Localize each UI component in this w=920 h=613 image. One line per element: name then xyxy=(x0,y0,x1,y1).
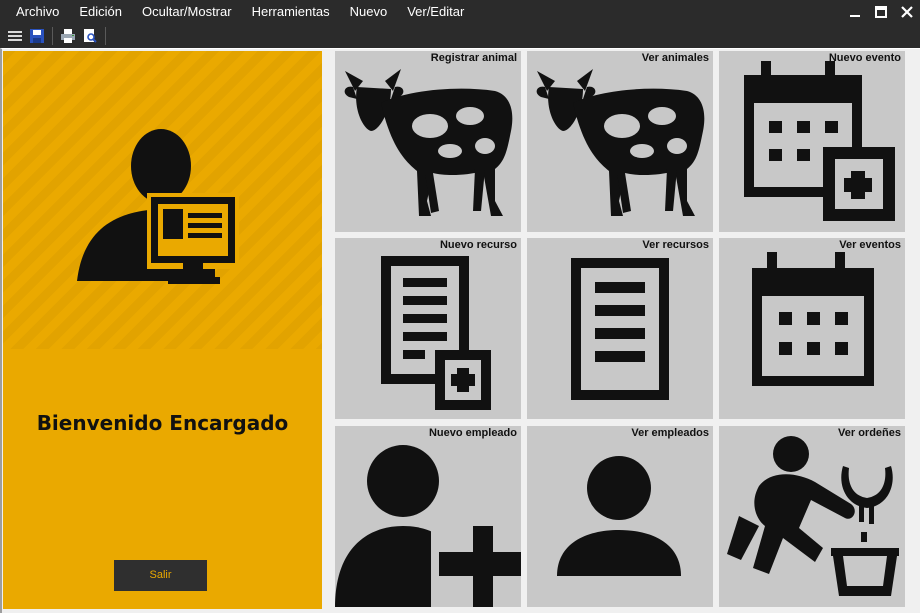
tile-label: Ver ordeñes xyxy=(838,427,901,439)
menu-bar: Archivo Edición Ocultar/Mostrar Herramie… xyxy=(0,0,920,24)
tile-label: Ver recursos xyxy=(642,239,709,251)
menu-ver-editar[interactable]: Ver/Editar xyxy=(397,0,474,24)
tile-ver-empleados[interactable]: Ver empleados xyxy=(527,426,713,607)
tile-label: Ver animales xyxy=(641,52,709,64)
exit-button[interactable]: Salir xyxy=(114,560,207,591)
print-preview-icon[interactable] xyxy=(79,25,101,47)
cow-icon xyxy=(536,69,705,216)
tile-label: Ver eventos xyxy=(839,239,901,251)
print-icon[interactable] xyxy=(57,25,79,47)
tile-label: Nuevo empleado xyxy=(428,427,517,439)
tile-label: Nuevo recurso xyxy=(439,239,517,251)
toolbar-separator xyxy=(105,27,106,45)
menu-edicion[interactable]: Edición xyxy=(69,0,132,24)
menu-ocultar-mostrar[interactable]: Ocultar/Mostrar xyxy=(132,0,242,24)
toolbar-separator xyxy=(52,27,53,45)
menu-icon[interactable] xyxy=(4,25,26,47)
user-icon xyxy=(557,456,681,576)
minimize-icon[interactable] xyxy=(842,0,868,24)
cow-icon xyxy=(344,69,513,216)
tile-registrar-animal[interactable]: Registrar animal xyxy=(335,51,521,232)
tile-label: Ver empleados xyxy=(631,427,709,439)
welcome-text: Bienvenido Encargado xyxy=(36,411,289,435)
tile-label: Nuevo evento xyxy=(828,52,901,64)
tile-label: Registrar animal xyxy=(430,52,517,64)
document-icon xyxy=(571,258,669,400)
tile-ver-animales[interactable]: Ver animales xyxy=(527,51,713,232)
save-icon[interactable] xyxy=(26,25,48,47)
document-add-icon xyxy=(381,256,491,410)
maximize-icon[interactable] xyxy=(868,0,894,24)
side-panel: Bienvenido Encargado Salir xyxy=(3,51,322,609)
calendar-add-icon xyxy=(744,61,895,221)
user-computer-icon xyxy=(77,129,239,284)
milking-icon xyxy=(727,436,899,596)
window-controls xyxy=(842,0,920,24)
menu-nuevo[interactable]: Nuevo xyxy=(340,0,398,24)
close-icon[interactable] xyxy=(894,0,920,24)
menu-archivo[interactable]: Archivo xyxy=(0,0,69,24)
user-add-icon xyxy=(335,445,521,607)
tile-nuevo-empleado[interactable]: Nuevo empleado xyxy=(335,426,521,607)
tile-ver-eventos[interactable]: Ver eventos xyxy=(719,238,905,419)
tile-ver-recursos[interactable]: Ver recursos xyxy=(527,238,713,419)
toolbar xyxy=(0,24,920,48)
tile-nuevo-evento[interactable]: Nuevo evento xyxy=(719,51,905,232)
tile-nuevo-recurso[interactable]: Nuevo recurso xyxy=(335,238,521,419)
menu-herramientas[interactable]: Herramientas xyxy=(242,0,340,24)
calendar-icon xyxy=(752,252,874,386)
tile-ver-ordenes[interactable]: Ver ordeñes xyxy=(719,426,905,607)
